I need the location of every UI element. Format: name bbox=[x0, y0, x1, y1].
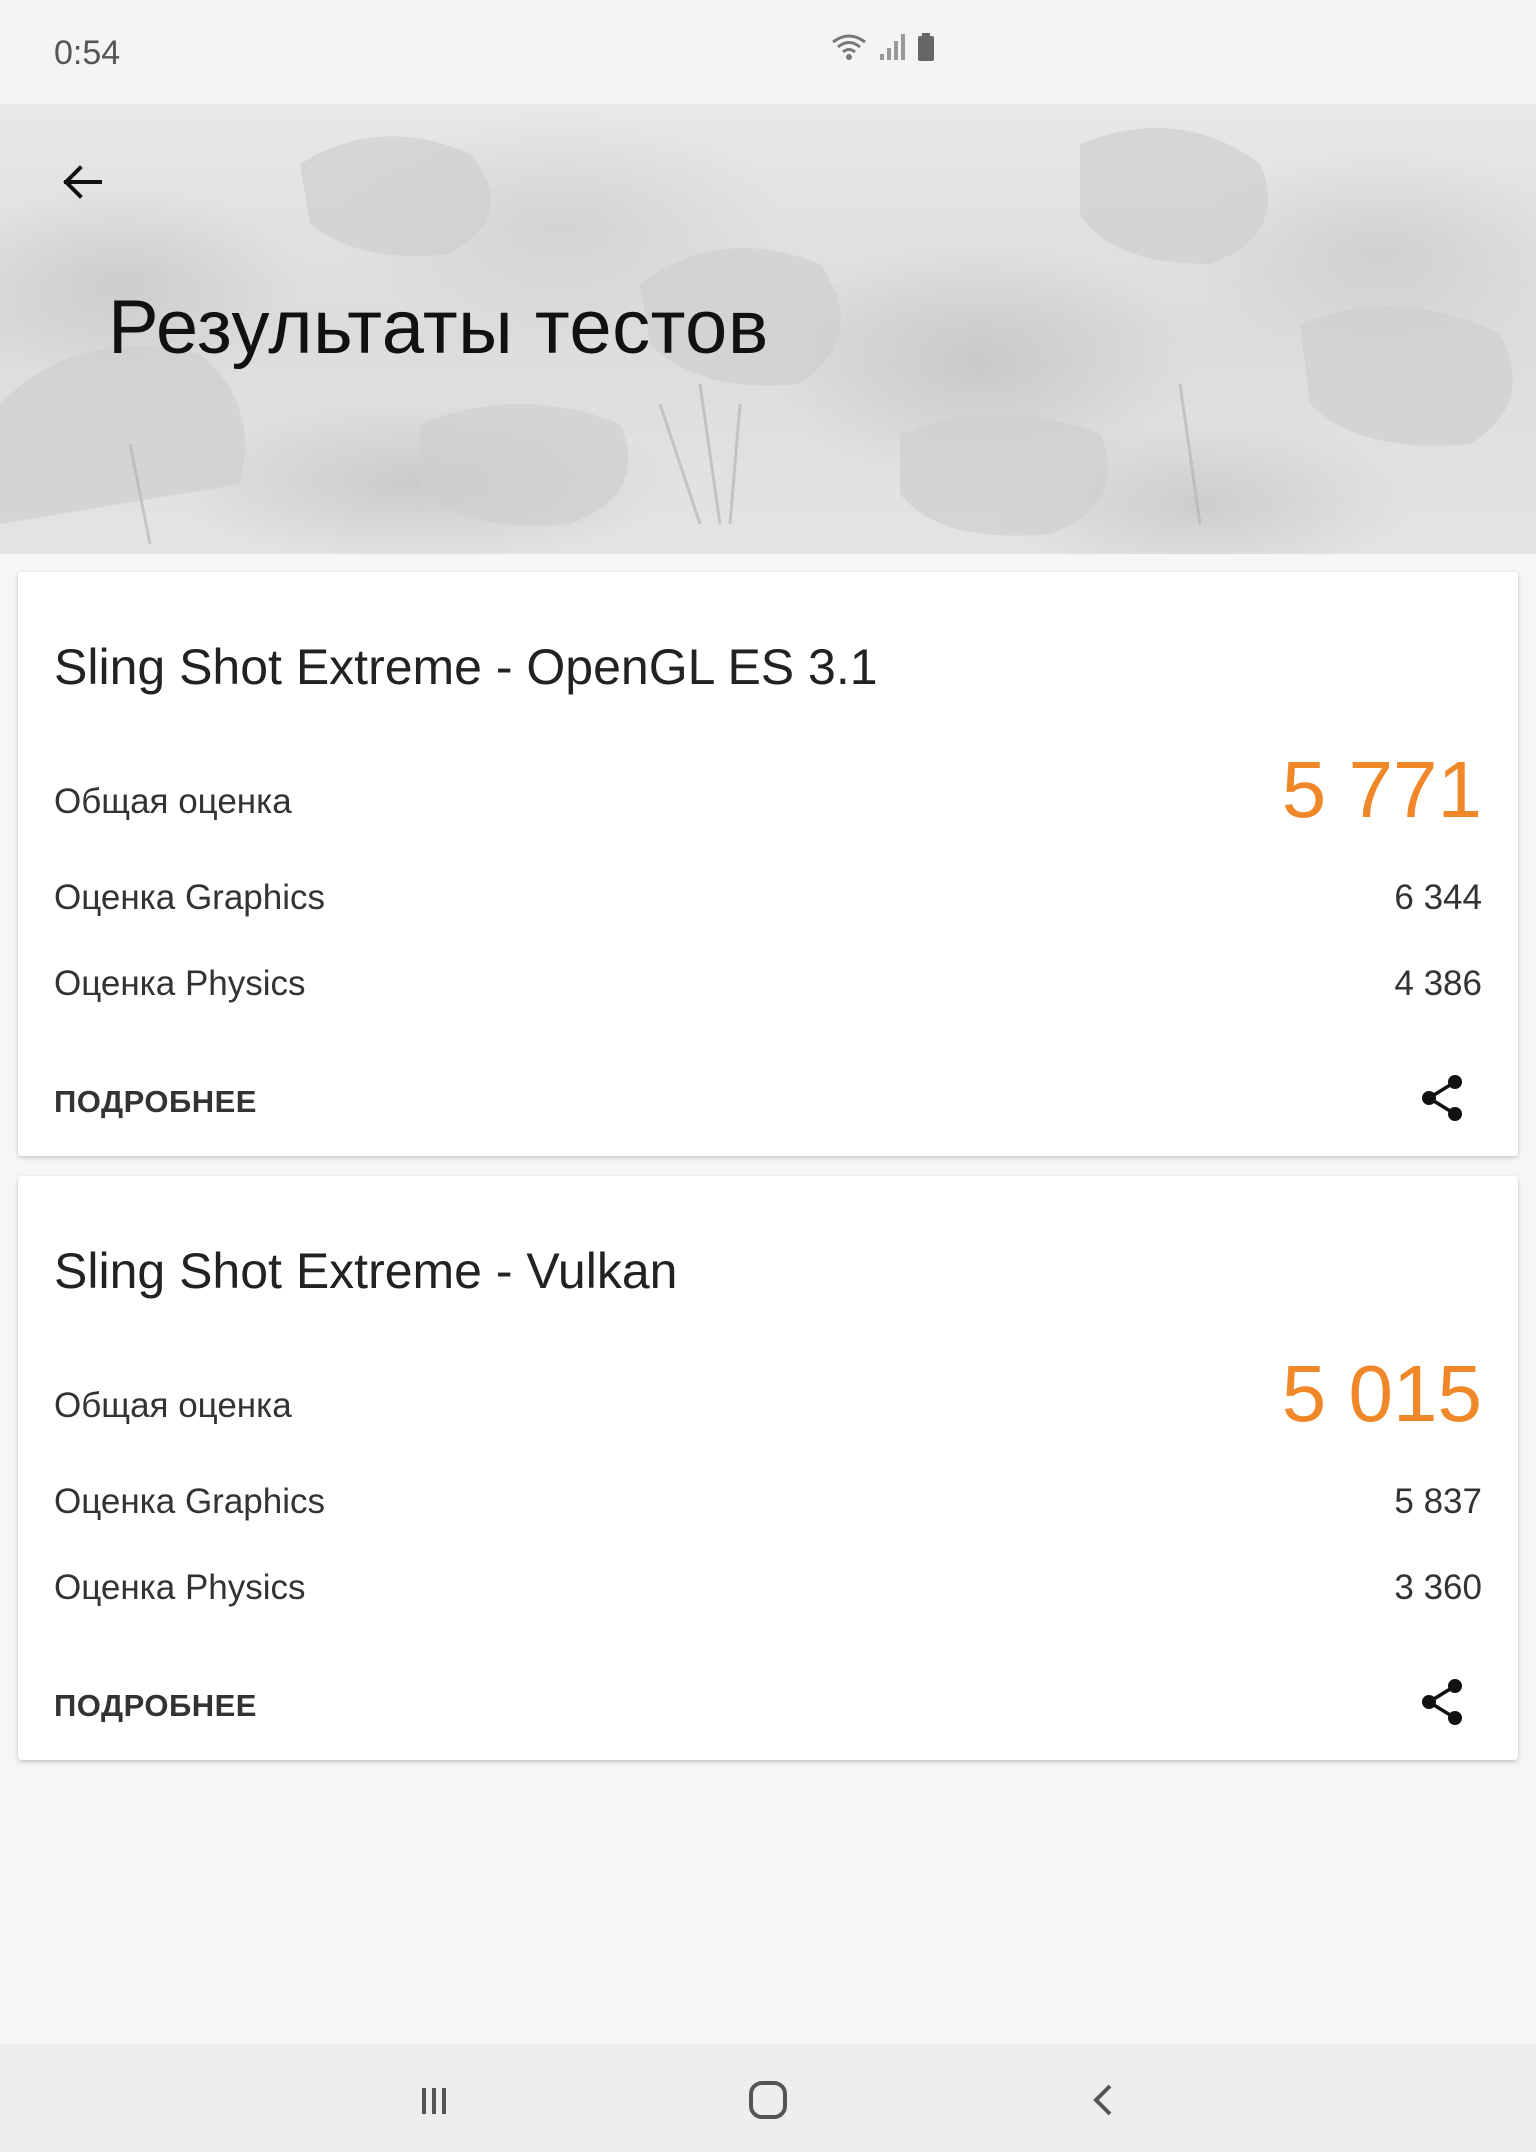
back-button[interactable] bbox=[50, 150, 114, 214]
physics-score-label: Оценка Physics bbox=[54, 1568, 306, 1607]
status-icons bbox=[830, 32, 936, 62]
header-banner: Результаты тестов bbox=[0, 104, 1536, 554]
signal-icon bbox=[880, 34, 905, 60]
recents-button[interactable] bbox=[404, 2070, 464, 2130]
arrow-back-icon bbox=[63, 165, 102, 199]
wifi-icon bbox=[832, 34, 866, 60]
result-card-opengl: Sling Shot Extreme - OpenGL ES 3.1 Общая… bbox=[18, 572, 1518, 1156]
share-icon bbox=[1422, 1075, 1462, 1121]
card-title: Sling Shot Extreme - OpenGL ES 3.1 bbox=[54, 639, 878, 695]
physics-score-value: 4 386 bbox=[1394, 964, 1482, 1003]
nav-back-button[interactable] bbox=[1074, 2070, 1134, 2130]
details-button[interactable]: ПОДРОБНЕЕ bbox=[54, 1688, 257, 1724]
navigation-bar bbox=[0, 2044, 1536, 2152]
details-button[interactable]: ПОДРОБНЕЕ bbox=[54, 1084, 257, 1120]
graphics-score-label: Оценка Graphics bbox=[54, 1482, 325, 1521]
overall-score-label: Общая оценка bbox=[54, 1386, 292, 1425]
recents-icon bbox=[422, 2088, 446, 2114]
status-time: 0:54 bbox=[54, 34, 121, 72]
result-card-vulkan: Sling Shot Extreme - Vulkan Общая оценка… bbox=[18, 1176, 1518, 1760]
graphics-score-label: Оценка Graphics bbox=[54, 878, 325, 917]
share-icon bbox=[1422, 1679, 1462, 1725]
overall-score-value: 5 771 bbox=[1281, 745, 1482, 834]
share-button[interactable] bbox=[1410, 1670, 1474, 1734]
physics-score-value: 3 360 bbox=[1394, 1568, 1482, 1607]
overall-score-value: 5 015 bbox=[1281, 1349, 1482, 1438]
physics-score-label: Оценка Physics bbox=[54, 964, 306, 1003]
graphics-score-value: 5 837 bbox=[1394, 1482, 1482, 1521]
share-button[interactable] bbox=[1410, 1066, 1474, 1130]
battery-icon bbox=[918, 33, 934, 61]
overall-score-label: Общая оценка bbox=[54, 782, 292, 821]
status-bar: 0:54 bbox=[0, 0, 1536, 104]
home-button[interactable] bbox=[738, 2070, 798, 2130]
back-icon bbox=[1093, 2084, 1112, 2116]
card-title: Sling Shot Extreme - Vulkan bbox=[54, 1243, 678, 1299]
page-title: Результаты тестов bbox=[108, 285, 769, 370]
graphics-score-value: 6 344 bbox=[1394, 878, 1482, 917]
home-icon bbox=[749, 2081, 787, 2119]
